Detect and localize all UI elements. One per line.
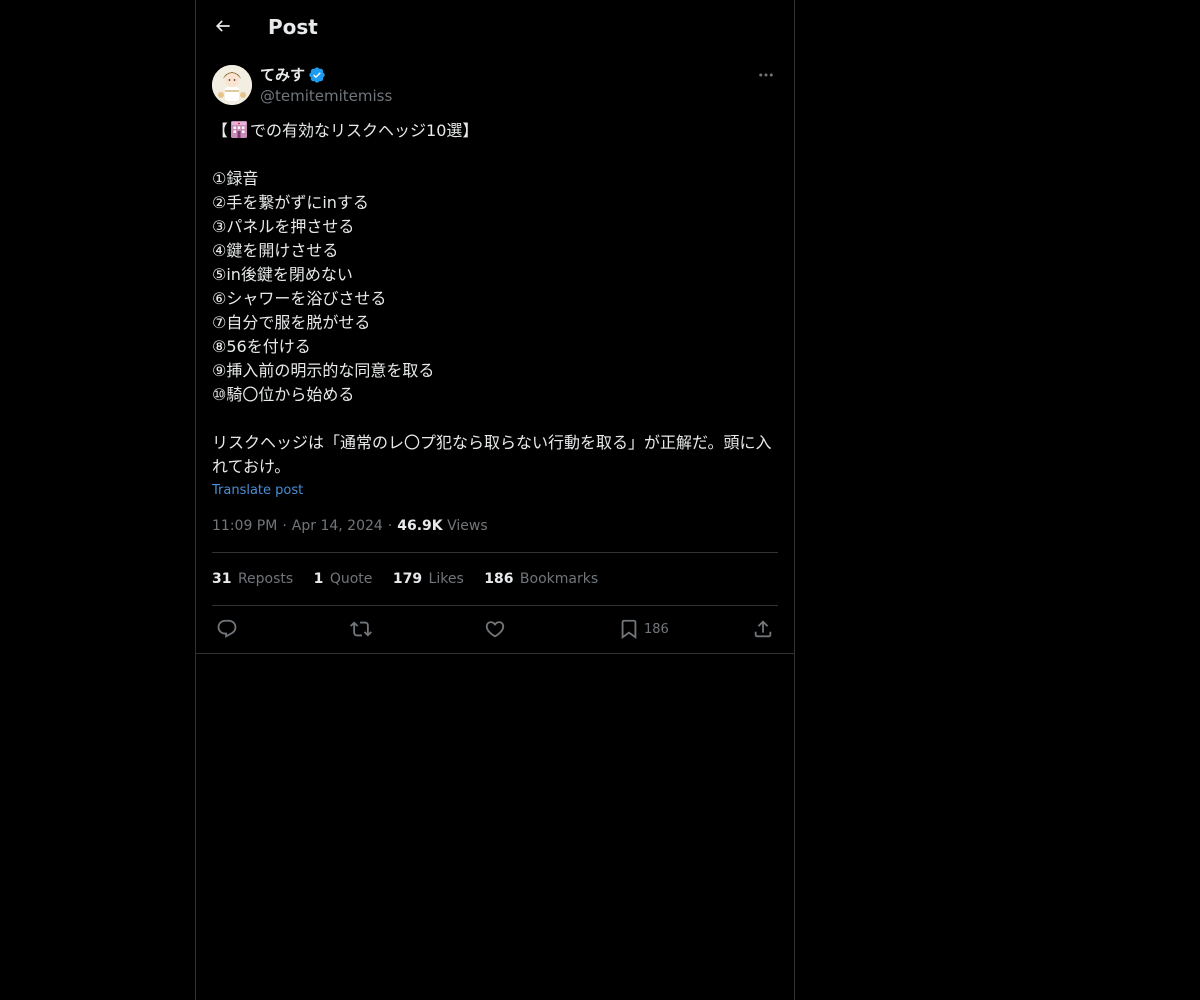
share-button[interactable] [752,616,774,642]
share-icon [754,620,772,638]
more-dots-icon [759,73,773,77]
like-button[interactable] [484,616,506,642]
list-item: ③パネルを押させる [212,217,355,236]
repost-button[interactable] [350,616,372,642]
title-prefix: 【 [212,121,229,140]
reposts-stat[interactable]: 31 Reposts [212,569,293,589]
more-options-button[interactable] [754,64,778,86]
list-item: ⑧56を付ける [212,337,311,356]
post-header: Post [196,0,794,53]
quotes-label: Quote [329,571,373,587]
likes-stat[interactable]: 179 Likes [393,569,464,589]
bookmark-icon [621,619,637,640]
bookmarks-count: 186 [484,571,514,587]
meta-separator: · [387,518,393,534]
likes-count: 179 [392,571,423,587]
post-title-line: 【 での有効なリスクヘッジ10選】 [212,119,778,143]
reply-icon [217,619,237,638]
display-name[interactable]: てみす [260,65,305,85]
post-bottom-border [196,653,794,654]
translate-post-link[interactable]: Translate post [212,482,303,500]
post-text: 【 での有効なリスクヘッジ10選】 ①録音 ②手を繋がずにinする ③パネルを押… [212,119,778,479]
repost-icon [350,621,372,637]
user-handle[interactable]: @temitemitemiss [260,86,392,106]
bookmarks-stat[interactable]: 186 Bookmarks [484,569,598,589]
post-time-link[interactable]: 11:09 PM [212,518,277,534]
author-row: てみす @temitemitemiss [212,64,778,106]
verified-badge-icon [309,67,325,83]
reply-button[interactable] [216,616,238,642]
title-suffix: での有効なリスクヘッジ10選】 [250,121,479,140]
bookmark-count: 186 [644,622,669,637]
list-item: ⑩騎〇位から始める [212,385,355,404]
list-item: ①録音 [212,169,259,188]
divider [212,605,778,606]
bookmark-button[interactable]: 186 [618,616,669,642]
meta-separator: · [282,518,287,534]
engagement-stats: 31 Reposts 1 Quote 179 Likes 186 Bookmar… [212,569,614,591]
reposts-count: 31 [212,571,232,587]
post-column: Post てみす @temitemitemiss 【 での有効なリスクヘッジ10… [195,0,795,1000]
post-date-link[interactable]: Apr 14, 2024 [292,518,383,534]
list-item: ②手を繋がずにinする [212,193,369,212]
likes-label: Likes [428,571,464,587]
views-count: 46.9K [397,518,443,534]
list-item: ⑥シャワーを浴びさせる [212,289,387,308]
heart-icon [485,621,505,638]
back-button[interactable] [208,11,238,41]
list-item: ④鍵を開けさせる [212,241,339,260]
list-item: ⑨挿入前の明示的な同意を取る [212,361,435,380]
quotes-count: 1 [313,571,324,587]
page-title: Post [268,15,318,39]
hotel-emoji-icon [231,121,248,138]
avatar-image [212,65,252,105]
arrow-left-icon [215,20,230,32]
post-conclusion: リスクヘッジは「通常のレ〇プ犯なら取らない行動を取る」が正解だ。頭に入れておけ。 [212,433,772,476]
action-bar: 186 [212,616,778,642]
views-label: Views [447,518,488,534]
list-item: ⑤in後鍵を閉めない [212,265,353,284]
avatar[interactable] [212,65,252,105]
divider [212,552,778,553]
list-item: ⑦自分で服を脱がせる [212,313,371,332]
quotes-stat[interactable]: 1 Quote [314,569,373,589]
post-meta: 11:09 PM · Apr 14, 2024 · 46.9K Views [212,516,488,536]
reposts-label: Reposts [237,571,294,587]
bookmarks-label: Bookmarks [519,571,599,587]
